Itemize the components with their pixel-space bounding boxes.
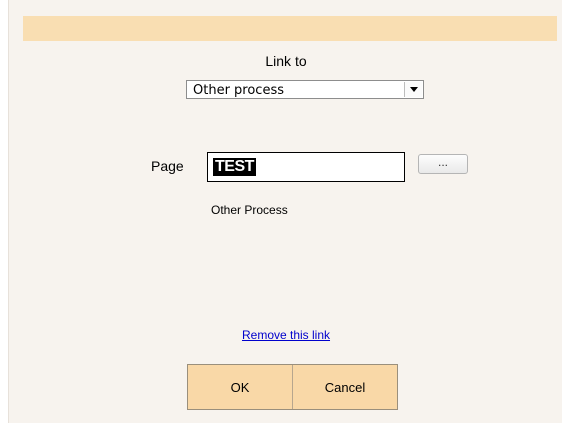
cancel-button[interactable]: Cancel [292, 365, 397, 409]
browse-button[interactable]: ... [418, 154, 468, 174]
link-type-select[interactable]: Other process [186, 80, 424, 99]
link-dialog: Link to Other process Page TEST ... Othe… [8, 0, 562, 423]
chevron-down-icon [410, 87, 418, 92]
page-input[interactable]: TEST [207, 152, 405, 182]
ok-button[interactable]: OK [188, 365, 292, 409]
page-input-value: TEST [213, 158, 256, 176]
dropdown-button[interactable] [404, 82, 422, 97]
dialog-header-bar [23, 16, 557, 41]
link-to-label: Link to [265, 53, 307, 69]
page-caption: Other Process [211, 203, 288, 217]
remove-link[interactable]: Remove this link [9, 328, 562, 342]
link-type-select-value: Other process [193, 83, 284, 98]
dialog-buttons: OK Cancel [187, 364, 398, 410]
page-label: Page [151, 158, 184, 174]
